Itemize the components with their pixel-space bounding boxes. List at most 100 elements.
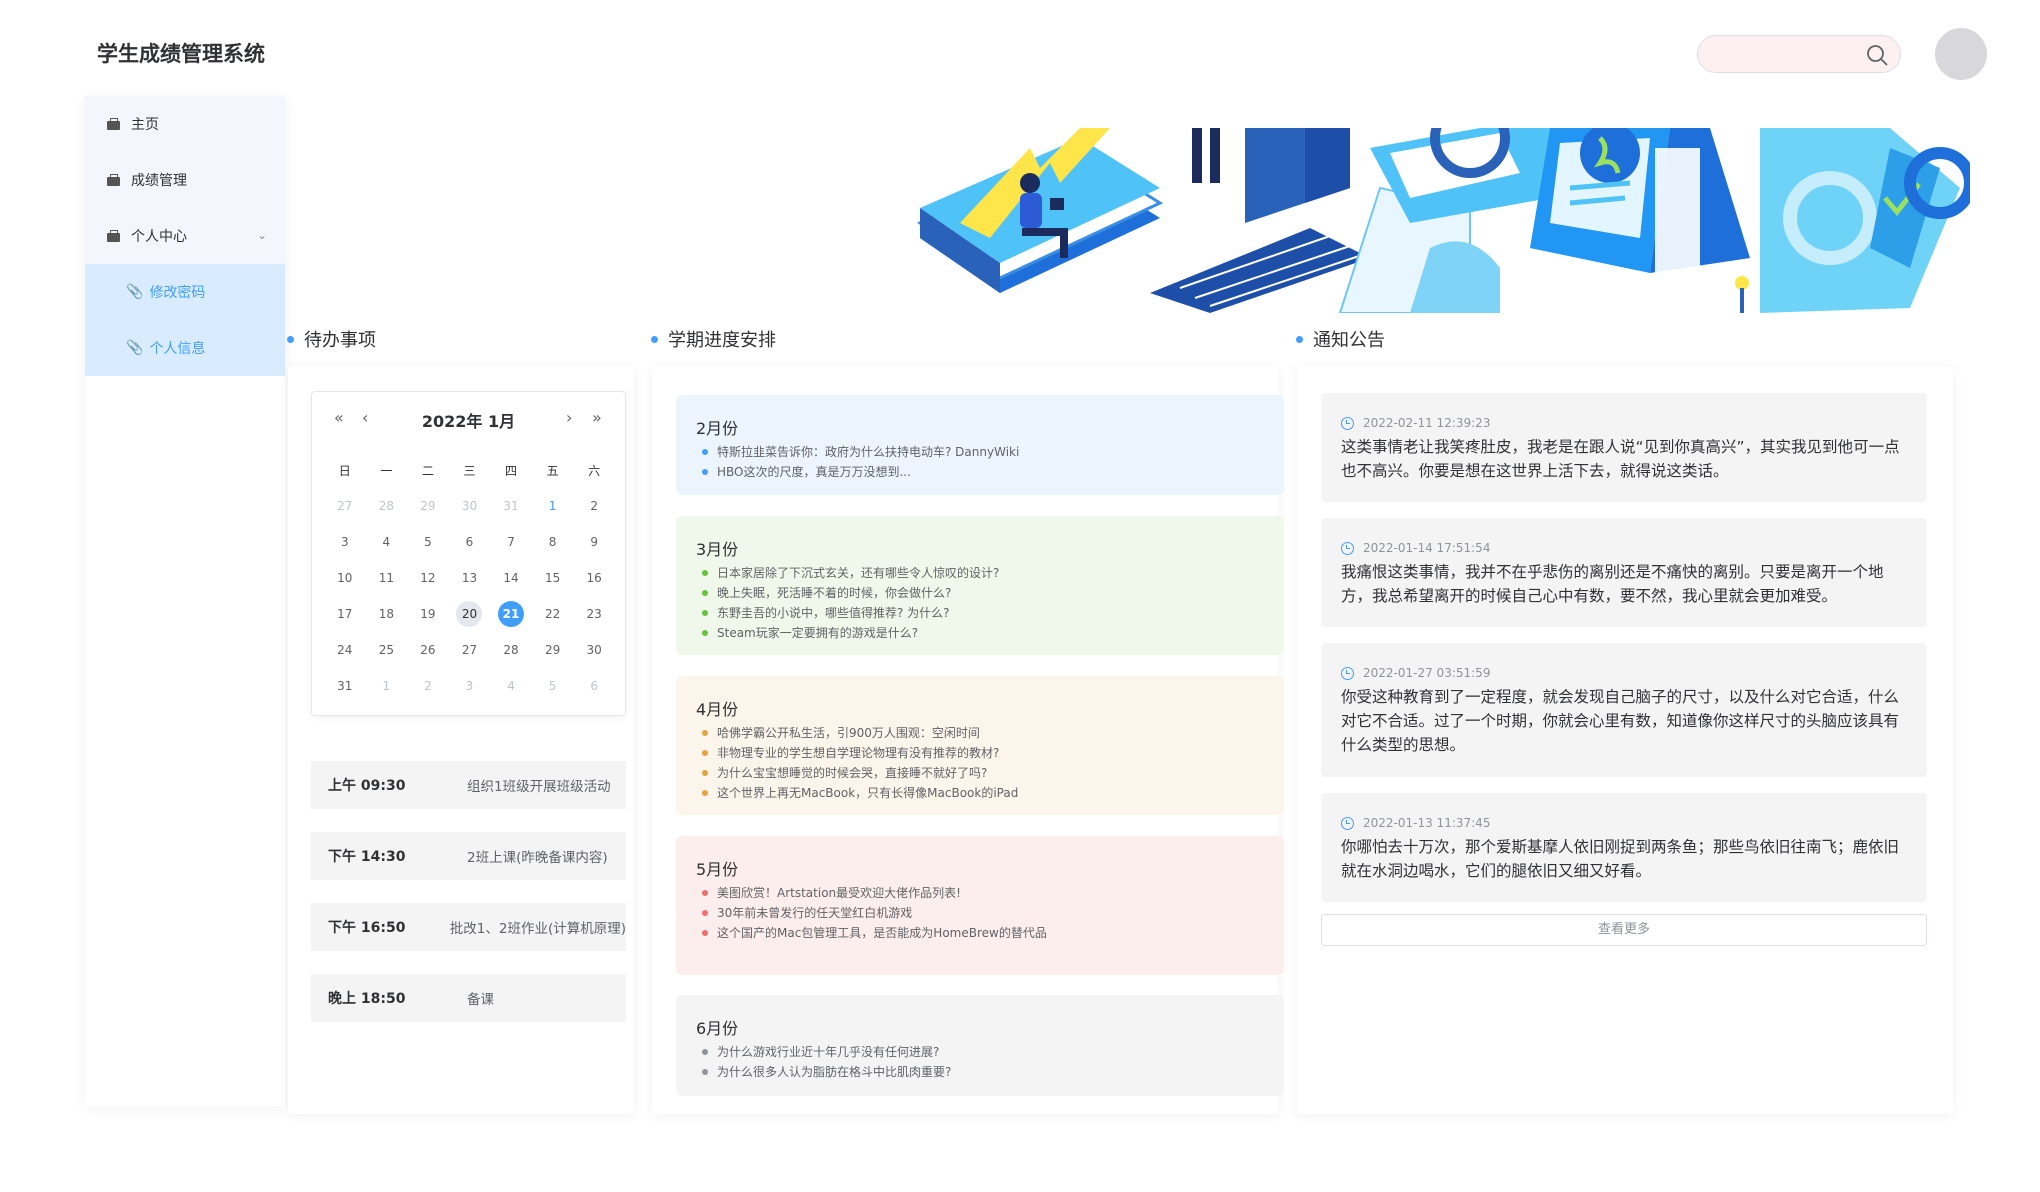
sidebar-subitem-personal-info[interactable]: 📎 个人信息: [85, 320, 285, 376]
semester-list-item[interactable]: Steam玩家一定要拥有的游戏是什么?: [696, 623, 1264, 643]
semester-list-item[interactable]: 美图欣赏！Artstation最受欢迎大佬作品列表!: [696, 883, 1264, 903]
avatar[interactable]: [1935, 28, 1987, 80]
calendar-day[interactable]: 10: [324, 565, 366, 591]
calendar-day[interactable]: 4: [366, 529, 408, 555]
notice-item[interactable]: 2022-01-14 17:51:54 我痛恨这类事情，我并不在乎悲伤的离别还是不…: [1321, 518, 1927, 627]
semester-list-item[interactable]: 日本家居除了下沉式玄关，还有哪些令人惊叹的设计?: [696, 563, 1264, 583]
banner-illustration: [916, 128, 1970, 313]
semester-list-item[interactable]: 哈佛学霸公开私生活，引900万人围观：空闲时间: [696, 723, 1264, 743]
semester-list-item[interactable]: 东野圭吾的小说中，哪些值得推荐? 为什么?: [696, 603, 1264, 623]
calendar-day-number: 28: [503, 643, 519, 657]
calendar-day[interactable]: 6: [449, 529, 491, 555]
semester-list-item[interactable]: 30年前未曾发行的任天堂红白机游戏: [696, 903, 1264, 923]
calendar-grid: 日一二三四五六 27 28 29 30 31 1 2 3 4 5 6 7 8 9 10 11 12 13 14 15 16…: [324, 452, 615, 704]
calendar-day[interactable]: 27: [449, 637, 491, 663]
next-month-icon[interactable]: ›: [566, 408, 572, 427]
todo-text: 2班上课(昨晚备课内容): [467, 850, 608, 866]
calendar-day[interactable]: 28: [366, 493, 408, 519]
clock-icon: [1341, 666, 1354, 680]
calendar-day[interactable]: 13: [449, 565, 491, 591]
semester-month-title: 2月份: [696, 419, 739, 438]
calendar-day[interactable]: 31: [490, 493, 532, 519]
calendar-day[interactable]: 14: [490, 565, 532, 591]
calendar: 2022年 1月 « ‹ › » 日一二三四五六 27 28 29 30 31 1 2 3 4 5 6…: [311, 391, 626, 716]
bullet-dot: [651, 335, 658, 343]
prev-month-icon[interactable]: ‹: [362, 408, 368, 427]
clock-icon: [1341, 541, 1354, 555]
calendar-day[interactable]: 3: [449, 673, 491, 699]
calendar-day[interactable]: 18: [366, 601, 408, 627]
calendar-day[interactable]: 2: [573, 493, 615, 519]
search-box[interactable]: [1697, 35, 1901, 73]
semester-list-item[interactable]: 晚上失眠，死活睡不着的时候，你会做什么?: [696, 583, 1264, 603]
todo-item[interactable]: 下午 14:30 2班上课(昨晚备课内容): [311, 832, 626, 880]
search-icon[interactable]: [1866, 44, 1888, 66]
calendar-day-number: 10: [337, 571, 353, 585]
calendar-day[interactable]: 21: [490, 601, 532, 627]
view-more-button[interactable]: 查看更多: [1321, 914, 1927, 946]
calendar-day[interactable]: 29: [407, 493, 449, 519]
calendar-day[interactable]: 27: [324, 493, 366, 519]
calendar-day[interactable]: 24: [324, 637, 366, 663]
sidebar-item-grades[interactable]: 成绩管理: [85, 152, 285, 208]
calendar-day-number: 3: [340, 535, 349, 549]
sidebar-item-personal-center[interactable]: 个人中心 ⌄: [85, 208, 285, 264]
calendar-day[interactable]: 23: [573, 601, 615, 627]
semester-list-item[interactable]: 非物理专业的学生想自学理论物理有没有推荐的教材?: [696, 743, 1264, 763]
next-year-icon[interactable]: »: [592, 408, 602, 427]
calendar-day[interactable]: 6: [573, 673, 615, 699]
semester-list-item[interactable]: 为什么游戏行业近十年几乎没有任何进展?: [696, 1042, 1264, 1062]
sidebar-subitem-change-password[interactable]: 📎 修改密码: [85, 264, 285, 320]
calendar-day[interactable]: 30: [573, 637, 615, 663]
semester-list-item[interactable]: 这个国产的Mac包管理工具，是否能成为HomeBrew的替代品: [696, 923, 1264, 943]
calendar-day[interactable]: 5: [532, 673, 574, 699]
todo-item[interactable]: 上午 09:30 组织1班级开展班级活动: [311, 761, 626, 809]
calendar-day[interactable]: 15: [532, 565, 574, 591]
calendar-day-number: 13: [461, 571, 478, 585]
calendar-day[interactable]: 29: [532, 637, 574, 663]
calendar-day[interactable]: 16: [573, 565, 615, 591]
semester-list-item[interactable]: 为什么很多人认为脂肪在格斗中比肌肉重要?: [696, 1062, 1264, 1082]
sidebar-item-home[interactable]: 主页: [85, 96, 285, 152]
semester-list-item[interactable]: 特斯拉韭菜告诉你：政府为什么扶持电动车? DannyWiki: [696, 442, 1264, 462]
todo-item[interactable]: 下午 16:50 批改1、2班作业(计算机原理): [311, 903, 626, 951]
calendar-day[interactable]: 1: [366, 673, 408, 699]
notice-timestamp: 2022-02-11 12:39:23: [1341, 415, 1907, 431]
todo-item[interactable]: 晚上 18:50 备课: [311, 974, 626, 1022]
search-input[interactable]: [1714, 42, 1864, 66]
calendar-day[interactable]: 26: [407, 637, 449, 663]
bullet-dot: [1296, 335, 1303, 343]
calendar-day[interactable]: 22: [532, 601, 574, 627]
calendar-day[interactable]: 2: [407, 673, 449, 699]
calendar-day[interactable]: 28: [490, 637, 532, 663]
notice-item[interactable]: 2022-01-27 03:51:59 你受这种教育到了一定程度，就会发现自己脑子…: [1321, 643, 1927, 777]
todo-text: 批改1、2班作业(计算机原理): [449, 921, 626, 937]
semester-list-item[interactable]: 这个世界上再无MacBook，只有长得像MacBook的iPad: [696, 783, 1264, 803]
todo-title-text: 待办事项: [304, 330, 376, 351]
calendar-day-number: 18: [378, 607, 394, 621]
calendar-day[interactable]: 5: [407, 529, 449, 555]
calendar-day[interactable]: 4: [490, 673, 532, 699]
calendar-day[interactable]: 3: [324, 529, 366, 555]
semester-month-title: 6月份: [696, 1019, 739, 1038]
prev-year-icon[interactable]: «: [334, 408, 344, 427]
calendar-day[interactable]: 12: [407, 565, 449, 591]
semester-list-item[interactable]: 为什么宝宝想睡觉的时候会哭，直接睡不就好了吗?: [696, 763, 1264, 783]
calendar-day[interactable]: 30: [449, 493, 491, 519]
todo-time: 下午 14:30: [328, 849, 406, 865]
calendar-day[interactable]: 9: [573, 529, 615, 555]
calendar-day[interactable]: 19: [407, 601, 449, 627]
notice-item[interactable]: 2022-01-13 11:37:45 你哪怕去十万次，那个爱斯基摩人依旧刚捉到两…: [1321, 793, 1927, 902]
calendar-day[interactable]: 25: [366, 637, 408, 663]
notice-item[interactable]: 2022-02-11 12:39:23 这类事情老让我笑疼肚皮，我老是在跟人说“见…: [1321, 393, 1927, 502]
calendar-day[interactable]: 8: [532, 529, 574, 555]
semester-month-list: 特斯拉韭菜告诉你：政府为什么扶持电动车? DannyWiki HBO这次的尺度，真…: [696, 442, 1264, 482]
calendar-day[interactable]: 7: [490, 529, 532, 555]
calendar-day[interactable]: 31: [324, 673, 366, 699]
calendar-day[interactable]: 1: [532, 493, 574, 519]
calendar-day[interactable]: 17: [324, 601, 366, 627]
calendar-day[interactable]: 20: [449, 601, 491, 627]
calendar-weekday: 五: [546, 463, 559, 478]
semester-list-item[interactable]: HBO这次的尺度，真是万万没想到...: [696, 462, 1264, 482]
calendar-day[interactable]: 11: [366, 565, 408, 591]
